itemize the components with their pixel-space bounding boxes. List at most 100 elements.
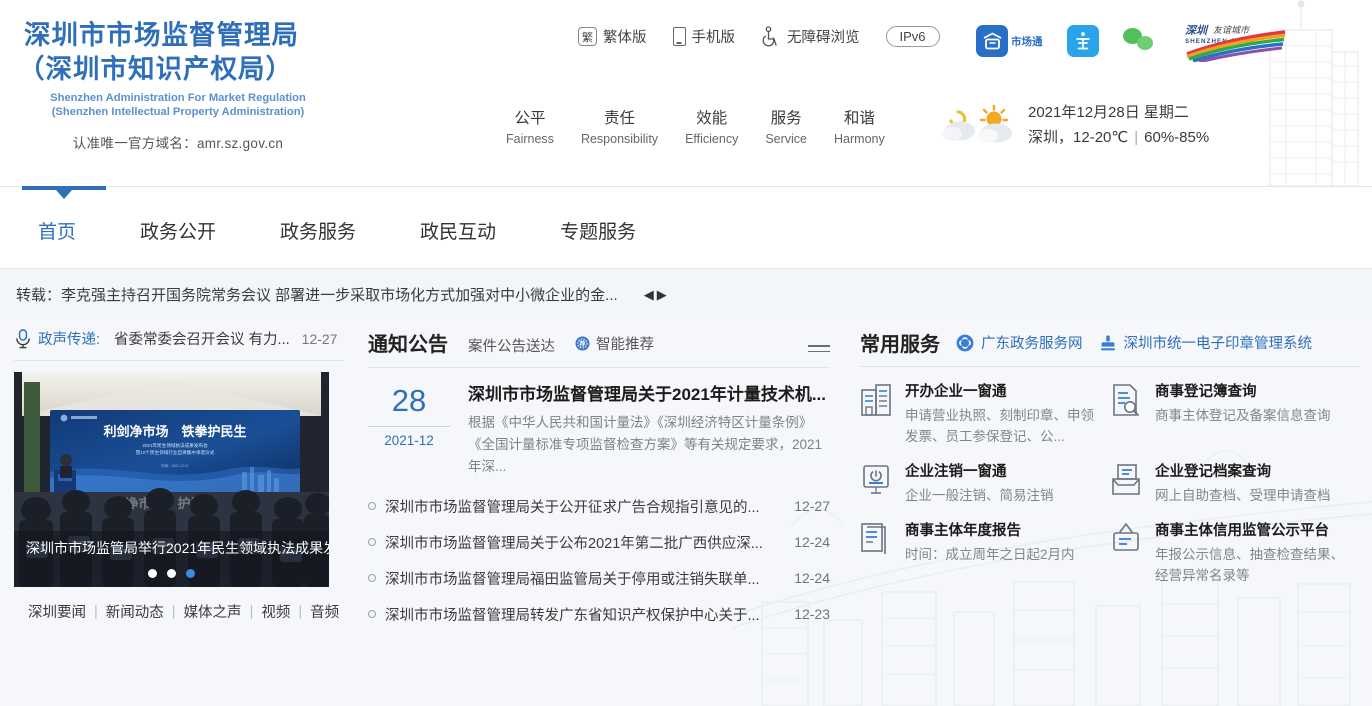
service-name[interactable]: 商事主体信用监管公示平台 (1155, 520, 1352, 542)
carousel-caption[interactable]: 深圳市市场监管局举行2021年民生领域执法成果发... (14, 531, 329, 587)
nav-item-government-services[interactable]: 政务服务 (280, 217, 356, 244)
notice-title[interactable]: 深圳市市场监督管理局转发广东省知识产权保护中心关于... (385, 604, 780, 625)
archive-box-icon (1112, 464, 1140, 495)
shichangtong-label: 市场通 (1011, 35, 1043, 48)
service-card-deregistration[interactable]: 企业注销一窗通 企业一般注销、简易注销 (860, 461, 1110, 506)
services-title: 常用服务 (860, 334, 940, 356)
ticker-prev-icon[interactable]: ◀ (644, 287, 654, 303)
table-row[interactable]: 深圳市市场监督管理局转发广东省知识产权保护中心关于... 12-23 (368, 596, 830, 632)
building-icon (861, 384, 891, 416)
weather-widget: 2021年12月28日 星期二 深圳，12-20℃ | 60%-85% (940, 100, 1209, 150)
featured-notice[interactable]: 28 2021-12 深圳市市场监督管理局关于2021年计量技术机... 根据《… (368, 382, 830, 478)
notice-title[interactable]: 深圳市市场监督管理局关于公开征求广告合规指引意见的... (385, 496, 780, 517)
service-name[interactable]: 开办企业一窗通 (905, 381, 1102, 403)
link-divider-2: | (171, 603, 176, 620)
weather-icon (942, 104, 1012, 143)
traditional-chinese-toggle[interactable]: 繁 繁体版 (578, 26, 647, 47)
accessibility-link[interactable]: 无障碍浏览 (761, 26, 860, 47)
yishenban-icon[interactable] (1066, 25, 1099, 57)
featured-notice-body: 深圳市市场监督管理局关于2021年计量技术机... 根据《中华人民共和国计量法》… (468, 382, 830, 478)
service-name[interactable]: 企业登记档案查询 (1155, 461, 1331, 483)
carousel-dots[interactable] (14, 569, 329, 578)
value-service: 服务 Service (765, 108, 807, 148)
service-desc: 时间：成立周年之日起2月内 (905, 547, 1075, 562)
service-card-open-business[interactable]: 开办企业一窗通 申请营业执照、刻制印章、申领发票、员工参保登记、公... (860, 381, 1110, 447)
service-card-archive-query[interactable]: 企业登记档案查询 网上自助查档、受理申请查档 (1110, 461, 1360, 506)
nav-item-special-services[interactable]: 专题服务 (560, 217, 636, 244)
link-guangdong-service-label: 广东政务服务网 (981, 336, 1083, 352)
tab-case-announcement[interactable]: 案件公告送达 (468, 335, 555, 356)
notice-title[interactable]: 深圳市市场监督管理局福田监管局关于停用或注销失联单... (385, 568, 780, 589)
weather-detail: 深圳，12-20℃ | 60%-85% (1028, 129, 1210, 146)
wechat-icon[interactable] (1122, 28, 1159, 54)
weather-temperature: 12-20℃ (1073, 129, 1129, 146)
table-row[interactable]: 深圳市市场监督管理局关于公布2021年第二批广西供应深... 12-24 (368, 524, 830, 560)
nav-item-citizen-interaction[interactable]: 政民互动 (420, 217, 496, 244)
service-text: 商事登记簿查询 商事主体登记及备案信息查询 (1155, 381, 1331, 447)
weather-city: 深圳 (1028, 129, 1059, 146)
link-divider-3: | (249, 603, 254, 620)
partner-icon-group: 市场通 深圳 友谊城市 SHENZHEN CHINA (976, 20, 1291, 62)
carousel-dot-3[interactable] (186, 569, 195, 578)
ipv6-badge[interactable]: IPv6 (885, 26, 940, 47)
link-audio[interactable]: 音频 (310, 601, 339, 622)
left-column: 政声传递: 省委常委会召开会议 有力... 12-27 利剑净市场 铁拳护民生 … (14, 328, 344, 622)
hanging-sign-icon (1113, 523, 1139, 551)
table-row[interactable]: 深圳市市场监督管理局福田监管局关于停用或注销失联单... 12-24 (368, 560, 830, 596)
svg-text:时间：2021.12.21: 时间：2021.12.21 (161, 463, 188, 468)
mobile-version-label: 手机版 (691, 30, 736, 46)
link-e-seal-system[interactable]: 深圳市统一电子印章管理系统 (1099, 332, 1312, 353)
service-card-credit-platform[interactable]: 商事主体信用监管公示平台 年报公示信息、抽查检查结果、经营异常名录等 (1110, 520, 1360, 586)
tab-smart-recommendation[interactable]: 荐 智能推荐 (575, 333, 654, 354)
notice-date: 12-24 (794, 570, 830, 586)
main-navigation: 首页 政务公开 政务服务 政民互动 专题服务 政务机器人 (0, 186, 1372, 446)
value-responsibility-cn: 责任 (603, 110, 635, 127)
nav-active-arrow-icon (56, 190, 72, 199)
left-category-links: 深圳要闻 | 新闻动态 | 媒体之声 | 视频 | 音频 (14, 601, 344, 622)
svg-text:暨10个民生领域行业自律集中承诺仪式: 暨10个民生领域行业自律集中承诺仪式 (136, 449, 215, 456)
mobile-version-link[interactable]: 手机版 (672, 26, 736, 47)
service-card-registry-query[interactable]: 商事登记簿查询 商事主体登记及备案信息查询 (1110, 381, 1360, 447)
shichangtong-link[interactable]: 市场通 (976, 25, 1043, 57)
traditional-chinese-label: 繁体版 (603, 30, 647, 46)
nav-item-government-disclosure[interactable]: 政务公开 (140, 217, 216, 244)
notices-more-button[interactable] (808, 345, 830, 355)
link-media-voice[interactable]: 媒体之声 (184, 601, 242, 622)
shenzhen-china-logo[interactable]: 深圳 友谊城市 SHENZHEN CHINA (1183, 20, 1291, 62)
link-shenzhen-headlines[interactable]: 深圳要闻 (28, 601, 86, 622)
table-row[interactable]: 深圳市市场监督管理局关于公开征求广告合规指引意见的... 12-27 (368, 488, 830, 524)
service-card-annual-report[interactable]: 商事主体年度报告 时间：成立周年之日起2月内 (860, 520, 1110, 586)
service-desc: 申请营业执照、刻制印章、申领发票、员工参保登记、公... (905, 408, 1094, 444)
value-responsibility: 责任 Responsibility (581, 108, 658, 148)
service-name[interactable]: 企业注销一窗通 (905, 461, 1054, 483)
link-news-updates[interactable]: 新闻动态 (106, 601, 164, 622)
voice-transmission-row[interactable]: 政声传递: 省委常委会召开会议 有力... 12-27 (14, 328, 344, 361)
traditional-chinese-icon: 繁 (578, 27, 597, 46)
weather-date: 2021年12月28日 星期二 (1028, 104, 1189, 121)
ticker-controls[interactable]: ◀ ▶ (644, 287, 667, 303)
tab-smart-recommendation-label: 智能推荐 (596, 337, 654, 353)
mobile-phone-icon (672, 27, 686, 46)
link-guangdong-service[interactable]: 广东政务服务网 (956, 332, 1083, 353)
site-logo[interactable]: 深圳市市场监督管理局 （深圳市知识产权局） Shenzhen Administr… (18, 18, 358, 152)
voice-transmission-title[interactable]: 省委常委会召开会议 有力... (114, 328, 290, 349)
value-fairness-en: Fairness (506, 132, 554, 146)
notices-header: 通知公告 案件公告送达 荐 智能推荐 (368, 328, 830, 368)
news-carousel[interactable]: 利剑净市场 铁拳护民生 2021年民生领域执法成果发布会 暨10个民生领域行业自… (14, 372, 329, 587)
ticker-headline[interactable]: 转载：李克强主持召开国务院常务会议 部署进一步采取市场化方式加强对中小微企业的金… (16, 284, 618, 305)
service-name[interactable]: 商事登记簿查询 (1155, 381, 1331, 403)
service-desc: 商事主体登记及备案信息查询 (1155, 408, 1331, 423)
nav-item-home[interactable]: 首页 (38, 217, 76, 244)
notice-date: 12-23 (794, 606, 830, 622)
utility-bar: 繁 繁体版 手机版 无障碍浏览 IPv6 (578, 26, 940, 47)
ticker-next-icon[interactable]: ▶ (657, 287, 667, 303)
notice-list: 深圳市市场监督管理局关于公开征求广告合规指引意见的... 12-27 深圳市市场… (368, 488, 830, 632)
e-seal-icon (1100, 335, 1115, 350)
accessibility-label: 无障碍浏览 (787, 30, 860, 46)
link-video[interactable]: 视频 (261, 601, 290, 622)
carousel-dot-1[interactable] (148, 569, 157, 578)
notice-title[interactable]: 深圳市市场监督管理局关于公布2021年第二批广西供应深... (385, 532, 780, 553)
carousel-dot-2[interactable] (167, 569, 176, 578)
featured-notice-title[interactable]: 深圳市市场监督管理局关于2021年计量技术机... (468, 382, 830, 408)
service-name[interactable]: 商事主体年度报告 (905, 520, 1075, 542)
